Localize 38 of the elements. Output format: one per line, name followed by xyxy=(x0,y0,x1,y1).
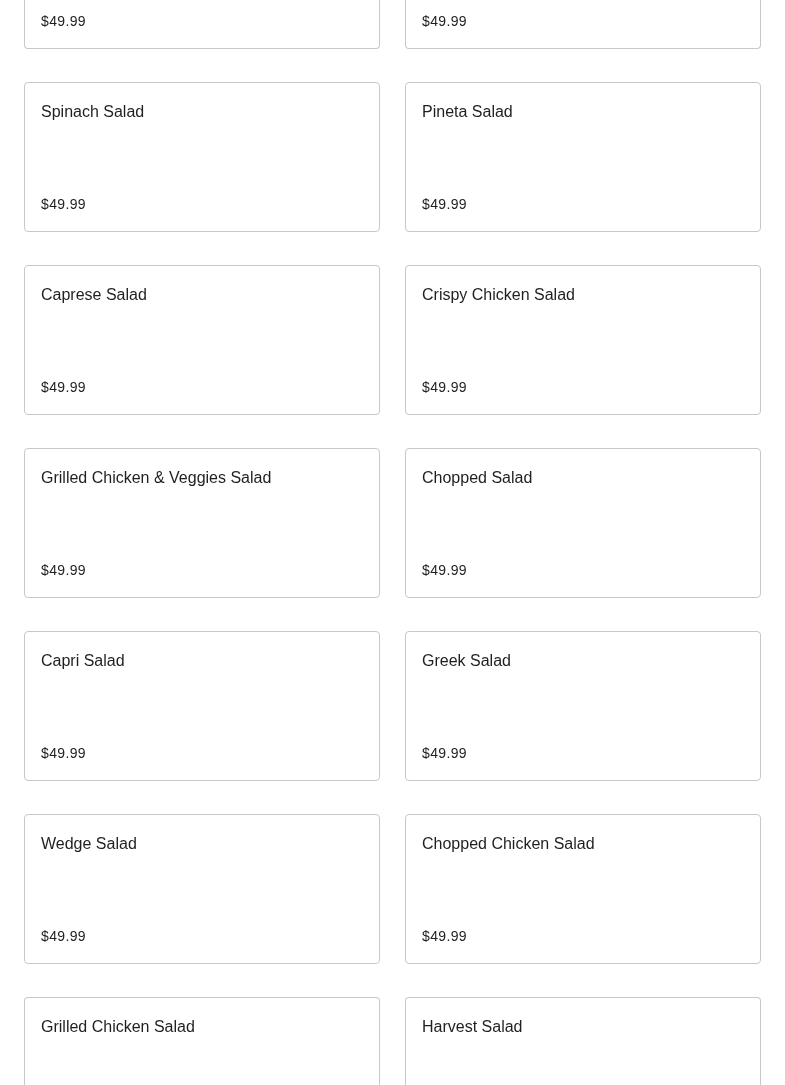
product-name: Caprese Salad xyxy=(41,285,148,305)
product-name: Greek Salad xyxy=(422,651,512,671)
product-name: Chopped Chicken Salad xyxy=(422,834,596,854)
product-card[interactable]: Capri Salad $49.99 xyxy=(24,631,380,781)
product-card[interactable]: Chopped Chicken Salad $49.99 xyxy=(405,814,761,964)
product-name: Pineta Salad xyxy=(422,102,514,122)
product-name: Spinach Salad xyxy=(41,102,146,122)
product-price: $49.99 xyxy=(41,195,87,214)
product-price: $49.99 xyxy=(422,927,468,946)
product-price: $49.99 xyxy=(41,12,87,31)
product-name: Grilled Chicken Salad xyxy=(41,1017,196,1037)
product-card[interactable]: Spinach Salad $49.99 xyxy=(24,82,380,232)
product-price: $49.99 xyxy=(422,12,468,31)
product-price: $49.99 xyxy=(422,744,468,763)
product-card[interactable]: Caprese Salad $49.99 xyxy=(24,265,380,415)
product-name: Chopped Salad xyxy=(422,468,534,488)
product-card[interactable]: Harvest Salad xyxy=(405,997,761,1085)
product-name: Crispy Chicken Salad xyxy=(422,285,576,305)
product-card[interactable]: Pineta Salad $49.99 xyxy=(405,82,761,232)
product-card[interactable]: Greek Salad $49.99 xyxy=(405,631,761,781)
product-price: $49.99 xyxy=(41,378,87,397)
product-card[interactable]: $49.99 xyxy=(405,0,761,49)
product-card[interactable]: Grilled Chicken & Veggies Salad $49.99 xyxy=(24,448,380,598)
product-name: Harvest Salad xyxy=(422,1017,524,1037)
product-card[interactable]: Wedge Salad $49.99 xyxy=(24,814,380,964)
product-name: Wedge Salad xyxy=(41,834,138,854)
product-card[interactable]: $49.99 xyxy=(24,0,380,49)
product-name: Grilled Chicken & Veggies Salad xyxy=(41,468,273,488)
product-price: $49.99 xyxy=(41,561,87,580)
product-price: $49.99 xyxy=(41,744,87,763)
product-card[interactable]: Chopped Salad $49.99 xyxy=(405,448,761,598)
product-price: $49.99 xyxy=(422,378,468,397)
product-name: Capri Salad xyxy=(41,651,126,671)
product-card[interactable]: Crispy Chicken Salad $49.99 xyxy=(405,265,761,415)
product-price: $49.99 xyxy=(422,561,468,580)
product-price: $49.99 xyxy=(422,195,468,214)
product-price: $49.99 xyxy=(41,927,87,946)
product-card[interactable]: Grilled Chicken Salad xyxy=(24,997,380,1085)
